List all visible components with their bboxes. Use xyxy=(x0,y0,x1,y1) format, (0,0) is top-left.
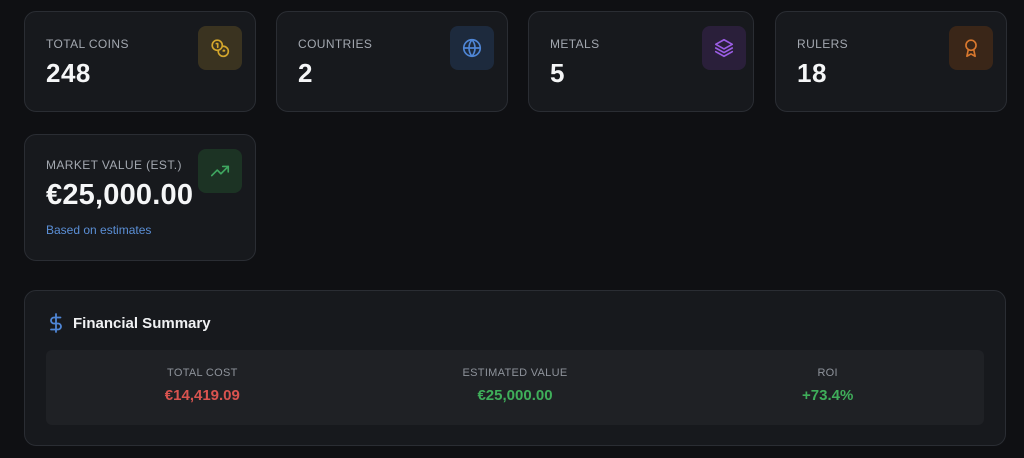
stat-value: 18 xyxy=(797,58,827,88)
metric-value: €25,000.00 xyxy=(477,387,553,404)
market-value-card: MARKET VALUE (EST.) €25,000.00 Based on … xyxy=(24,134,256,261)
total-cost-metric: TOTAL COST €14,419.09 xyxy=(46,350,359,425)
stat-value: 248 xyxy=(46,58,91,88)
coins-icon xyxy=(198,26,242,70)
stat-card-metals: METALS 5 xyxy=(528,11,754,112)
stat-value: 5 xyxy=(550,58,565,88)
financial-summary-header: Financial Summary xyxy=(49,313,211,333)
dollar-icon xyxy=(49,313,63,333)
metric-value: €14,419.09 xyxy=(164,387,240,404)
market-value-amount: €25,000.00 xyxy=(46,179,194,211)
financial-summary-metrics: TOTAL COST €14,419.09 ESTIMATED VALUE €2… xyxy=(46,350,984,425)
stat-card-countries: COUNTRIES 2 xyxy=(276,11,508,112)
estimated-value-metric: ESTIMATED VALUE €25,000.00 xyxy=(359,350,672,425)
stat-card-rulers: RULERS 18 xyxy=(775,11,1007,112)
financial-summary-panel: Financial Summary TOTAL COST €14,419.09 … xyxy=(24,290,1006,446)
stat-label: RULERS xyxy=(797,37,849,51)
stat-card-total-coins: TOTAL COINS 248 xyxy=(24,11,256,112)
trending-up-icon xyxy=(198,149,242,193)
stat-label: METALS xyxy=(550,37,600,51)
stat-label: TOTAL COINS xyxy=(46,37,129,51)
metric-label: ROI xyxy=(817,367,838,379)
metric-value: +73.4% xyxy=(802,387,854,404)
metric-label: ESTIMATED VALUE xyxy=(462,367,568,379)
award-icon xyxy=(949,26,993,70)
market-value-note: Based on estimates xyxy=(46,223,152,237)
roi-metric: ROI +73.4% xyxy=(671,350,984,425)
market-value-label: MARKET VALUE (EST.) xyxy=(46,158,182,172)
stat-label: COUNTRIES xyxy=(298,37,373,51)
metric-label: TOTAL COST xyxy=(167,367,238,379)
globe-icon xyxy=(450,26,494,70)
stat-value: 2 xyxy=(298,58,313,88)
layers-icon xyxy=(702,26,746,70)
financial-summary-title: Financial Summary xyxy=(73,314,211,332)
